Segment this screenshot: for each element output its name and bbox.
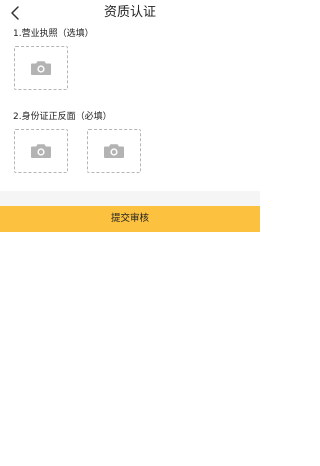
upload-form: 1.营业执照（选填） 2.身份证正反面（必填） [0,26,260,191]
camera-icon [104,144,124,158]
top-bar: 资质认证 [0,0,260,26]
id-card-front-upload-slot[interactable] [14,129,68,173]
page-title: 资质认证 [103,5,156,20]
business-license-upload-slot[interactable] [14,46,68,90]
blank-area [0,232,260,466]
section-divider [0,191,260,206]
business-license-label: 1.营业执照（选填） [13,29,94,39]
submit-review-button[interactable]: 提交审核 [0,206,260,232]
camera-icon [31,144,51,158]
id-card-back-upload-slot[interactable] [87,129,141,173]
id-card-label: 2.身份证正反面（必填） [13,112,112,122]
camera-icon [31,61,51,75]
